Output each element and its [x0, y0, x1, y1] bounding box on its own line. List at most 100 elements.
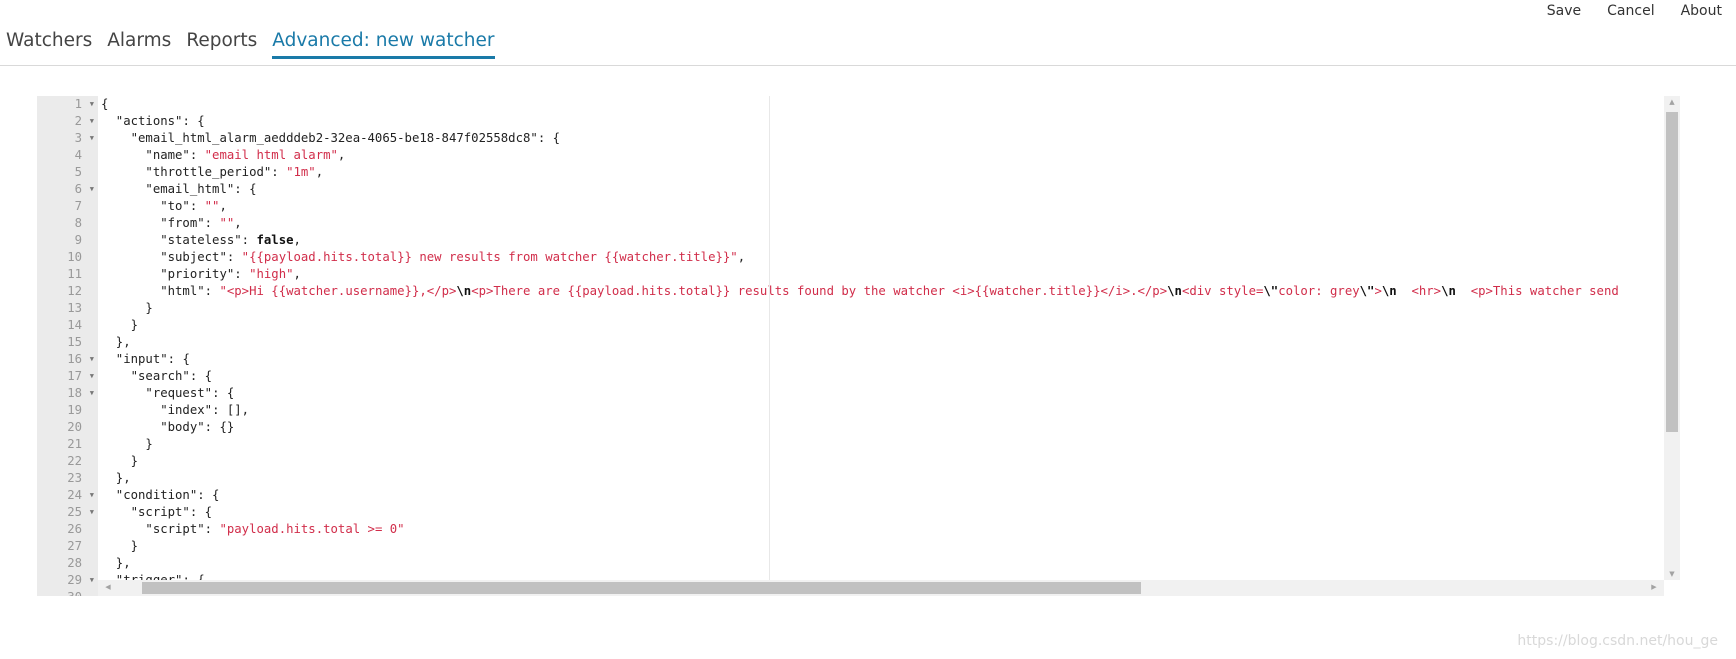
line-number: 4: [74, 148, 82, 162]
vertical-scroll-thumb[interactable]: [1666, 112, 1678, 432]
scroll-up-arrow-icon[interactable]: ▲: [1664, 98, 1680, 106]
code-line: "name": "email html alarm",: [101, 147, 1664, 164]
about-button[interactable]: About: [1681, 3, 1722, 19]
fold-toggle-icon[interactable]: ▼: [90, 385, 94, 402]
code-token: "subject": [101, 250, 227, 264]
code-token: :: [241, 233, 257, 247]
code-token: },: [101, 335, 131, 349]
code-token: "": [219, 216, 235, 230]
code-token: :: [204, 216, 220, 230]
line-number: 15: [67, 335, 82, 349]
scroll-down-arrow-icon[interactable]: ▼: [1664, 570, 1680, 578]
code-token: :: [271, 165, 287, 179]
code-line: "condition": {: [101, 487, 1664, 504]
fold-toggle-icon[interactable]: ▼: [90, 130, 94, 147]
code-token: "stateless": [101, 233, 242, 247]
json-code-editor[interactable]: 1 ▼ 2 ▼ 3 ▼ 4 5 6 ▼ 7 8 9 10 11 12 13 14 15 16 ▼ 17 ▼ 18 ▼ 19 20 21…: [37, 96, 1680, 596]
code-content[interactable]: { "actions": { "email_html_alarm_aedddeb…: [101, 96, 1664, 580]
scroll-right-arrow-icon[interactable]: ▶: [1646, 583, 1662, 591]
line-number: 30: [37, 589, 98, 596]
code-token: "high": [249, 267, 294, 281]
code-token: :: [189, 199, 205, 213]
code-token: ,: [337, 148, 346, 162]
code-token: "email_html": [101, 182, 235, 196]
code-token: "from": [101, 216, 205, 230]
code-token: }: [101, 539, 139, 553]
code-token: : {: [189, 369, 213, 383]
fold-toggle-icon[interactable]: ▼: [90, 96, 94, 113]
code-token: ,: [219, 199, 227, 213]
watermark: https://blog.csdn.net/hou_ge: [1517, 633, 1718, 649]
code-token: "index": [101, 403, 213, 417]
code-token: "email_html_alarm_aedddeb2-32ea-4065-be1…: [101, 131, 538, 145]
line-number: 21: [67, 437, 82, 451]
line-number: 8: [74, 216, 82, 230]
tab-watchers[interactable]: Watchers: [6, 30, 92, 59]
code-token: :: [226, 250, 242, 264]
code-token: :: [189, 148, 205, 162]
line-number: 18 ▼: [67, 385, 94, 402]
code-token: : {: [234, 182, 257, 196]
fold-toggle-icon[interactable]: ▼: [90, 113, 94, 130]
code-token: ,: [293, 233, 301, 247]
code-token: "actions": [101, 114, 183, 128]
scroll-left-arrow-icon[interactable]: ◀: [100, 583, 116, 591]
code-line: "stateless": false,: [101, 232, 1664, 249]
code-token: "trigger": [101, 573, 183, 580]
code-token: : {: [537, 131, 561, 145]
line-number: 26: [67, 522, 82, 536]
code-token: : [],: [212, 403, 250, 417]
code-line: },: [101, 470, 1664, 487]
code-token: false: [256, 233, 294, 247]
code-line: "body": {}: [101, 419, 1664, 436]
code-token: <div style=: [1181, 284, 1264, 298]
fold-toggle-icon[interactable]: ▼: [90, 504, 94, 521]
horizontal-scrollbar[interactable]: ◀ ▶: [98, 580, 1664, 596]
fold-toggle-icon[interactable]: ▼: [90, 487, 94, 504]
code-line: "email_html": {: [101, 181, 1664, 198]
code-token: },: [101, 556, 131, 570]
line-number: 16 ▼: [67, 351, 94, 368]
code-token: "script": [101, 505, 190, 519]
fold-toggle-icon[interactable]: ▼: [90, 572, 94, 589]
code-token: ,: [315, 165, 324, 179]
fold-toggle-icon[interactable]: ▼: [90, 351, 94, 368]
save-button[interactable]: Save: [1547, 3, 1581, 19]
code-token: }: [101, 454, 139, 468]
tab-bar: Watchers Alarms Reports Advanced: new wa…: [6, 30, 510, 59]
code-line: "request": {: [101, 385, 1664, 402]
code-token: \n: [1381, 284, 1397, 298]
code-token: "<p>Hi {{watcher.username}},</p>: [219, 284, 457, 298]
print-margin: [769, 96, 770, 580]
code-line: "actions": {: [101, 113, 1664, 130]
line-number: 9: [74, 233, 82, 247]
line-number: 10: [67, 250, 82, 264]
line-number: 6 ▼: [74, 181, 94, 198]
code-token: ,: [234, 216, 242, 230]
code-token: },: [101, 471, 131, 485]
tab-alarms[interactable]: Alarms: [107, 30, 171, 59]
code-token: "script": [101, 522, 205, 536]
code-line: "subject": "{{payload.hits.total}} new r…: [101, 249, 1664, 266]
line-number: 27: [67, 539, 82, 553]
code-line: "priority": "high",: [101, 266, 1664, 283]
code-token: ,: [293, 267, 301, 281]
fold-toggle-icon[interactable]: ▼: [90, 181, 94, 198]
tab-reports[interactable]: Reports: [186, 30, 257, 59]
code-line: }: [101, 300, 1664, 317]
code-line: "input": {: [101, 351, 1664, 368]
line-number: 28: [67, 556, 82, 570]
code-token: <p>This watcher send: [1455, 284, 1619, 298]
code-line: },: [101, 555, 1664, 572]
code-token: : {: [167, 352, 190, 366]
code-token: : {: [197, 488, 220, 502]
horizontal-scroll-thumb[interactable]: [142, 582, 1141, 594]
vertical-scrollbar[interactable]: ▲ ▼: [1664, 96, 1680, 580]
code-token: "payload.hits.total >= 0": [219, 522, 405, 536]
line-number: 5: [74, 165, 82, 179]
code-token: "search": [101, 369, 190, 383]
cancel-button[interactable]: Cancel: [1607, 3, 1654, 19]
fold-toggle-icon[interactable]: ▼: [90, 368, 94, 385]
tab-advanced-new-watcher[interactable]: Advanced: new watcher: [272, 30, 495, 59]
code-token: }: [101, 301, 153, 315]
